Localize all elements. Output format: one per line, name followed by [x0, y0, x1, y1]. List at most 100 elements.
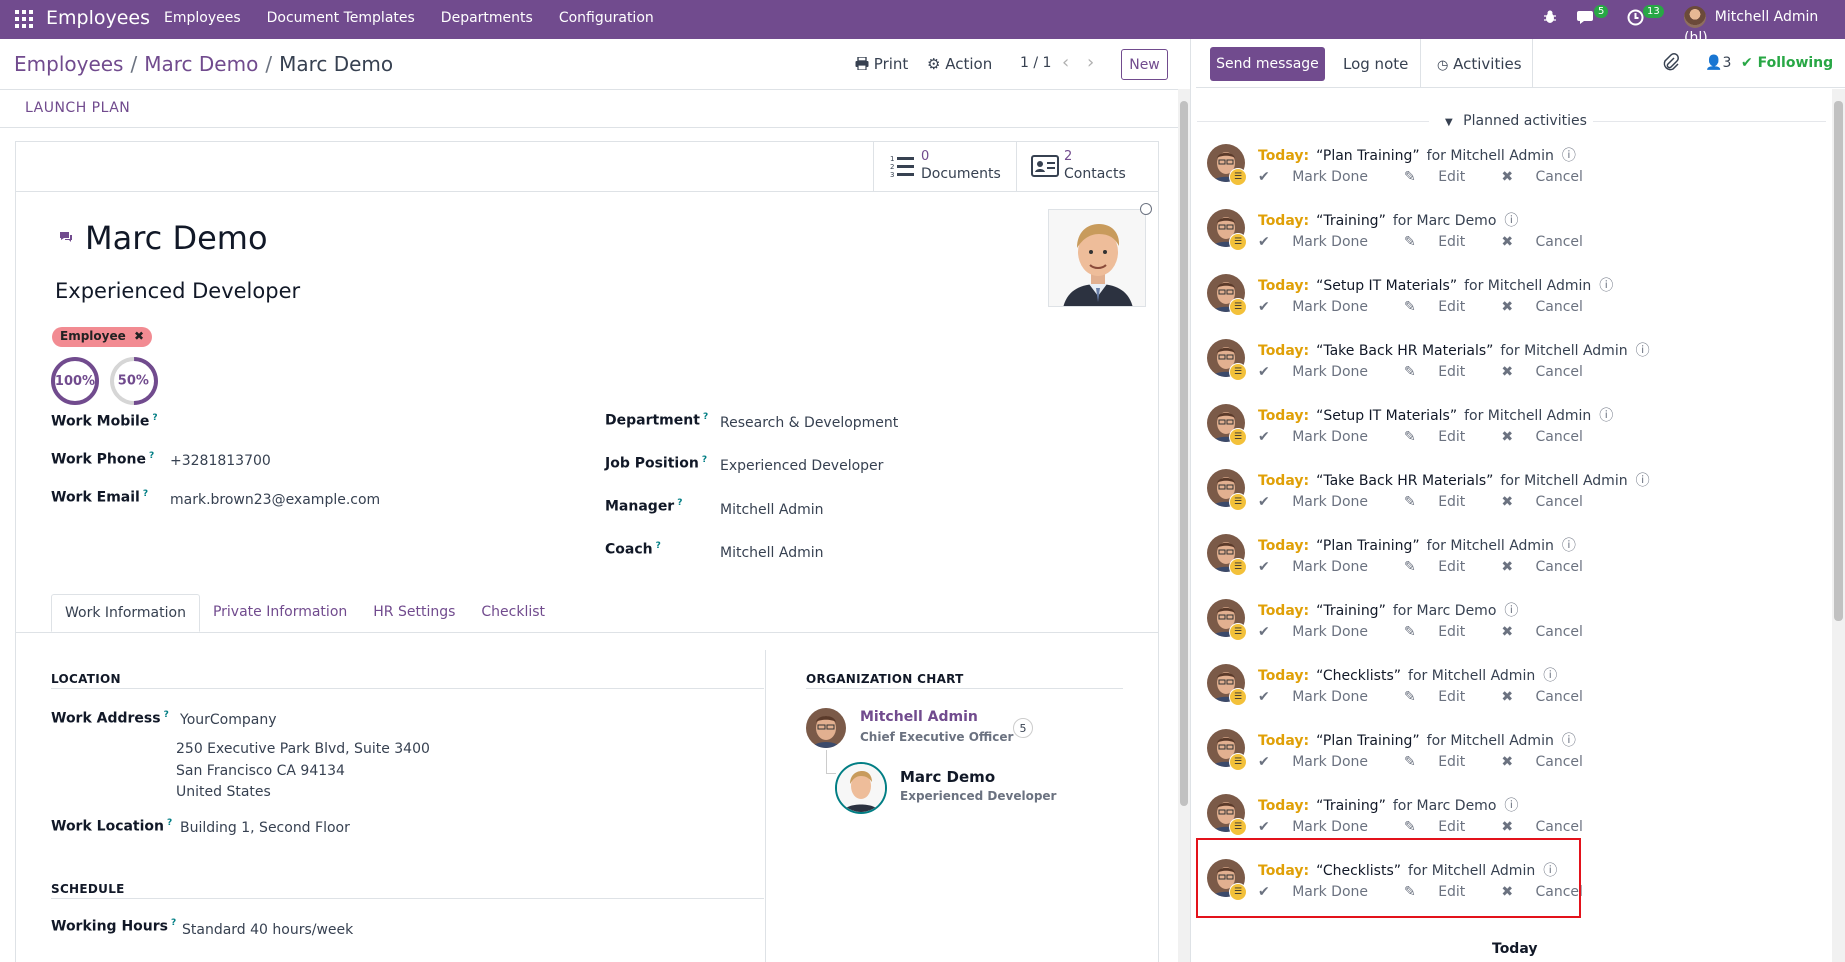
cancel-button[interactable]: ✖ Cancel	[1501, 494, 1601, 510]
work-email-field[interactable]: mark.brown23@example.com	[170, 492, 380, 508]
breadcrumb-employees[interactable]: Employees	[14, 52, 123, 76]
tab-hr-settings[interactable]: HR Settings	[360, 594, 468, 632]
contacts-smart-button[interactable]: 2 Contacts	[1016, 141, 1159, 191]
new-button[interactable]: New	[1121, 49, 1168, 80]
user-menu[interactable]: Mitchell Admin (hl)	[1684, 6, 1845, 46]
chatter-scrollbar[interactable]	[1832, 89, 1845, 962]
coach-field[interactable]: Mitchell Admin	[720, 545, 824, 561]
followers-button[interactable]: 👤3	[1705, 55, 1731, 71]
manager-name-link[interactable]: Mitchell Admin	[860, 709, 978, 725]
work-location-field[interactable]: Building 1, Second Floor	[180, 820, 350, 836]
mark-done-button[interactable]: ✔ Mark Done	[1258, 624, 1386, 640]
job-position-field[interactable]: Experienced Developer	[720, 458, 883, 474]
cancel-button[interactable]: ✖ Cancel	[1501, 234, 1601, 250]
employee-job-title[interactable]: Experienced Developer	[55, 279, 300, 303]
edit-button[interactable]: ✎ Edit	[1404, 299, 1483, 315]
department-field[interactable]: Research & Development	[720, 415, 898, 431]
apps-menu-icon[interactable]	[15, 10, 33, 28]
edit-button[interactable]: ✎ Edit	[1404, 754, 1483, 770]
documents-smart-button[interactable]: 123 0 Documents	[873, 141, 1016, 191]
mark-done-button[interactable]: ✔ Mark Done	[1258, 559, 1386, 575]
edit-button[interactable]: ✎ Edit	[1404, 364, 1483, 380]
launch-plan-button[interactable]: LAUNCH PLAN	[25, 100, 130, 116]
edit-button[interactable]: ✎ Edit	[1404, 429, 1483, 445]
status-indicator[interactable]	[1140, 203, 1152, 215]
cancel-button[interactable]: ✖ Cancel	[1501, 559, 1601, 575]
mark-done-button[interactable]: ✔ Mark Done	[1258, 299, 1386, 315]
manager-field[interactable]: Mitchell Admin	[720, 502, 824, 518]
cancel-button[interactable]: ✖ Cancel	[1501, 689, 1601, 705]
cancel-button[interactable]: ✖ Cancel	[1501, 819, 1601, 835]
form-scrollbar-thumb[interactable]	[1180, 101, 1188, 806]
edit-button[interactable]: ✎ Edit	[1404, 559, 1483, 575]
employee-name[interactable]: Marc Demo	[85, 219, 268, 257]
tab-private-information[interactable]: Private Information	[200, 594, 360, 632]
mark-done-button[interactable]: ✔ Mark Done	[1258, 234, 1386, 250]
edit-button[interactable]: ✎ Edit	[1404, 689, 1483, 705]
breadcrumb-marc-demo[interactable]: Marc Demo	[144, 52, 258, 76]
info-circle-icon[interactable]: ⓘ	[1562, 148, 1576, 164]
info-circle-icon[interactable]: ⓘ	[1562, 733, 1576, 749]
following-button[interactable]: ✔ Following	[1741, 55, 1833, 71]
mark-done-button[interactable]: ✔ Mark Done	[1258, 429, 1386, 445]
work-phone-field[interactable]: +3281813700	[170, 453, 271, 469]
form-scrollbar[interactable]	[1178, 89, 1190, 962]
edit-button[interactable]: ✎ Edit	[1404, 169, 1483, 185]
work-address-company[interactable]: YourCompany	[180, 712, 277, 728]
edit-button[interactable]: ✎ Edit	[1404, 234, 1483, 250]
menu-departments[interactable]: Departments	[441, 10, 533, 26]
cancel-button[interactable]: ✖ Cancel	[1501, 624, 1601, 640]
cancel-button[interactable]: ✖ Cancel	[1501, 299, 1601, 315]
menu-document-templates[interactable]: Document Templates	[267, 10, 415, 26]
print-button[interactable]: Print	[855, 55, 908, 73]
log-note-button[interactable]: Log note	[1343, 55, 1408, 73]
info-circle-icon[interactable]: ⓘ	[1562, 538, 1576, 554]
manager-avatar[interactable]	[806, 708, 846, 748]
info-circle-icon[interactable]: ⓘ	[1504, 798, 1518, 814]
edit-button[interactable]: ✎ Edit	[1404, 819, 1483, 835]
mark-done-button[interactable]: ✔ Mark Done	[1258, 819, 1386, 835]
pager-prev-icon[interactable]: ‹	[1062, 52, 1069, 73]
info-circle-icon[interactable]: ⓘ	[1504, 213, 1518, 229]
edit-button[interactable]: ✎ Edit	[1404, 624, 1483, 640]
pager-next-icon[interactable]: ›	[1087, 52, 1094, 73]
tag-remove-icon[interactable]: ✖	[134, 329, 144, 343]
mark-done-button[interactable]: ✔ Mark Done	[1258, 494, 1386, 510]
info-circle-icon[interactable]: ⓘ	[1504, 603, 1518, 619]
tab-work-information[interactable]: Work Information	[51, 594, 200, 632]
working-hours-field[interactable]: Standard 40 hours/week	[182, 922, 353, 938]
employee-photo[interactable]	[1048, 209, 1146, 307]
manager-subordinates-count[interactable]: 5	[1013, 718, 1033, 738]
mark-done-button[interactable]: ✔ Mark Done	[1258, 169, 1386, 185]
mark-done-button[interactable]: ✔ Mark Done	[1258, 689, 1386, 705]
mark-done-button[interactable]: ✔ Mark Done	[1258, 754, 1386, 770]
menu-employees[interactable]: Employees	[164, 10, 241, 26]
info-circle-icon[interactable]: ⓘ	[1636, 473, 1650, 489]
attachment-paperclip-icon[interactable]	[1663, 53, 1679, 75]
mark-done-button[interactable]: ✔ Mark Done	[1258, 364, 1386, 380]
info-circle-icon[interactable]: ⓘ	[1599, 278, 1613, 294]
bug-icon[interactable]	[1542, 9, 1558, 29]
chat-icon[interactable]	[59, 231, 73, 247]
app-brand[interactable]: Employees	[46, 7, 150, 29]
action-button[interactable]: ⚙ Action	[927, 55, 992, 73]
info-circle-icon[interactable]: ⓘ	[1636, 343, 1650, 359]
planned-activities-toggle[interactable]: ▼ Planned activities	[1445, 113, 1587, 129]
cancel-button[interactable]: ✖ Cancel	[1501, 169, 1601, 185]
cancel-button[interactable]: ✖ Cancel	[1501, 429, 1601, 445]
activities-button[interactable]: ◷ Activities	[1437, 55, 1522, 73]
employee-avatar[interactable]	[835, 762, 887, 814]
work-mobile-field[interactable]	[170, 413, 500, 433]
menu-configuration[interactable]: Configuration	[559, 10, 654, 26]
activity-assignee: for Marc Demo	[1392, 213, 1497, 229]
cancel-button[interactable]: ✖ Cancel	[1501, 754, 1601, 770]
info-circle-icon[interactable]: ⓘ	[1599, 408, 1613, 424]
send-message-button[interactable]: Send message	[1210, 47, 1325, 81]
cancel-button[interactable]: ✖ Cancel	[1501, 364, 1601, 380]
info-circle-icon[interactable]: ⓘ	[1543, 668, 1557, 684]
chatter-scrollbar-thumb[interactable]	[1834, 101, 1843, 621]
edit-button[interactable]: ✎ Edit	[1404, 494, 1483, 510]
pager-value[interactable]: 1 / 1	[1020, 55, 1051, 71]
tab-checklist[interactable]: Checklist	[468, 594, 558, 632]
activities-clock-icon[interactable]	[1627, 9, 1644, 30]
